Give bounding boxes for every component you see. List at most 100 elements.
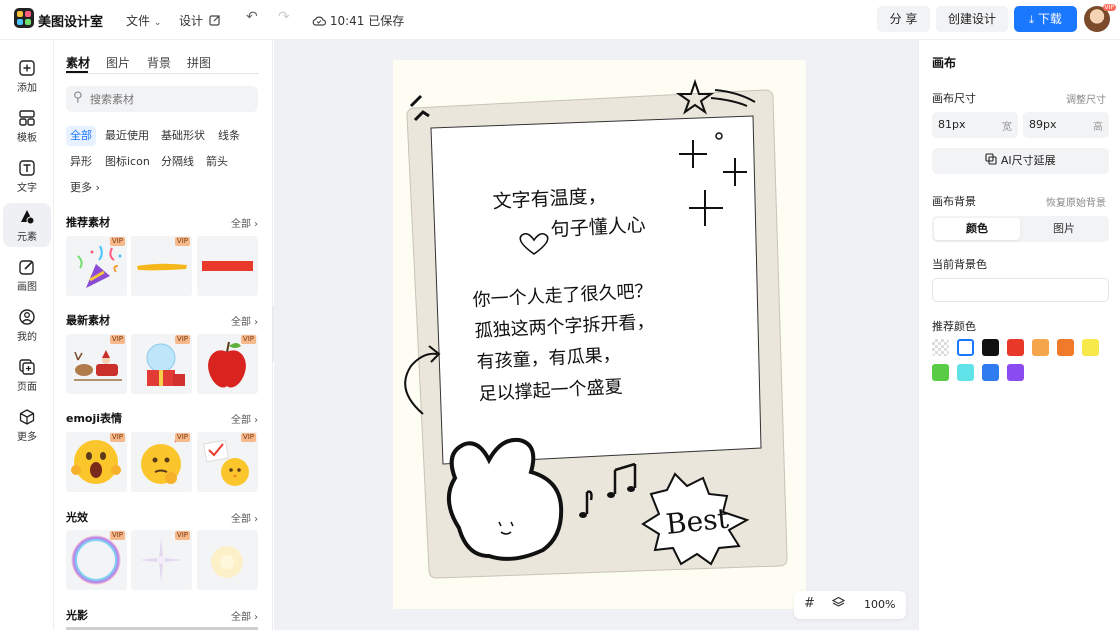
redo-icon[interactable]: ↷ bbox=[278, 9, 290, 25]
tab-materials[interactable]: 素材 bbox=[66, 54, 90, 71]
thumb-red-bar[interactable] bbox=[197, 236, 258, 296]
tab-underline bbox=[66, 71, 88, 73]
rail-item-pages[interactable]: 页面 bbox=[3, 353, 51, 397]
rail-item-more[interactable]: 更多 bbox=[3, 403, 51, 447]
thumb-sparkle[interactable]: VIP bbox=[131, 530, 192, 590]
rail-item-mine[interactable]: 我的 bbox=[3, 303, 51, 347]
download-button[interactable]: ⤓ 下载 bbox=[1014, 6, 1077, 32]
polaroid-artwork[interactable]: 文字有温度， 句子懂人心 你一个人走了很久吧？ 孤独这两个字拆开看， 有孩童，有… bbox=[393, 60, 806, 609]
thumb-shocked-emoji[interactable]: VIP bbox=[66, 432, 127, 492]
undo-icon[interactable]: ↶ bbox=[246, 9, 258, 25]
section-all-light-shadow[interactable]: 全部 › bbox=[231, 608, 258, 623]
share-button[interactable]: 分 享 bbox=[877, 6, 930, 32]
zoom-level[interactable]: 100% bbox=[864, 598, 895, 611]
create-design-button[interactable]: 创建设计 bbox=[936, 6, 1008, 32]
tab-images[interactable]: 图片 bbox=[106, 54, 130, 71]
width-value: 81px bbox=[938, 118, 966, 131]
grid-icon[interactable]: # bbox=[804, 596, 815, 611]
app-logo[interactable] bbox=[14, 8, 34, 28]
swatch-black[interactable] bbox=[982, 339, 999, 356]
thumb-party-popper[interactable]: VIP bbox=[66, 236, 127, 296]
file-menu[interactable]: 文件 ⌄ bbox=[126, 12, 161, 29]
rail-item-add[interactable]: 添加 bbox=[3, 54, 51, 98]
tab-backgrounds[interactable]: 背景 bbox=[147, 54, 171, 71]
vip-tag: VIP bbox=[109, 433, 125, 442]
swatch-red[interactable] bbox=[1007, 339, 1024, 356]
rail-label-elements: 元素 bbox=[17, 232, 37, 243]
shapes-icon bbox=[18, 208, 36, 226]
swatch-blue[interactable] bbox=[982, 364, 999, 381]
thumb-glow[interactable] bbox=[197, 530, 258, 590]
chip-arrows[interactable]: 箭头 bbox=[202, 152, 232, 172]
swatch-purple[interactable] bbox=[1007, 364, 1024, 381]
height-value: 89px bbox=[1029, 118, 1057, 131]
swatch-white[interactable] bbox=[957, 339, 974, 356]
chip-irregular[interactable]: 异形 bbox=[66, 152, 96, 172]
music-note-1-head bbox=[579, 512, 587, 518]
thumb-thinking-emoji[interactable]: VIP bbox=[131, 432, 192, 492]
zoom-toolbar: # 100% bbox=[794, 591, 906, 619]
thumb-snow-globe-gift[interactable]: VIP bbox=[131, 334, 192, 394]
search-box[interactable]: ⚲ bbox=[66, 86, 258, 112]
user-avatar[interactable]: VIP bbox=[1084, 4, 1116, 32]
vip-tag: VIP bbox=[174, 335, 190, 344]
thumb-yellow-stroke[interactable]: VIP bbox=[131, 236, 192, 296]
tab-collage[interactable]: 拼图 bbox=[187, 54, 211, 71]
vip-tag: VIP bbox=[240, 433, 256, 442]
rail-item-template[interactable]: 模板 bbox=[3, 104, 51, 148]
swatch-orange[interactable] bbox=[1057, 339, 1074, 356]
current-bg-color[interactable] bbox=[932, 278, 1109, 302]
chip-recent[interactable]: 最近使用 bbox=[101, 126, 153, 146]
rail-label-mine: 我的 bbox=[17, 332, 37, 343]
material-panel: 素材 图片 背景 拼图 ⚲ 全部 最近使用 基础形状 线条 异形 图标icon … bbox=[55, 40, 273, 630]
music-note-2-head-b bbox=[627, 486, 635, 492]
thumb-bubble[interactable]: VIP bbox=[66, 530, 127, 590]
width-unit: 宽 bbox=[1002, 122, 1012, 133]
chip-lines[interactable]: 线条 bbox=[214, 126, 244, 146]
rail-item-text[interactable]: 文字 bbox=[3, 154, 51, 198]
all-label: 全部 bbox=[231, 514, 251, 525]
swatch-transparent[interactable] bbox=[932, 339, 949, 356]
search-icon: ⚲ bbox=[73, 90, 83, 105]
section-all-emoji[interactable]: 全部 › bbox=[231, 411, 258, 426]
ai-extend-label: AI尺寸延展 bbox=[1000, 154, 1056, 167]
chip-dividers[interactable]: 分隔线 bbox=[157, 152, 198, 172]
section-all-recommended[interactable]: 全部 › bbox=[231, 215, 258, 230]
section-title-light-shadow: 光影 bbox=[66, 609, 88, 622]
chip-icons[interactable]: 图标icon bbox=[101, 152, 154, 172]
design-page[interactable]: 文字有温度， 句子懂人心 你一个人走了很久吧？ 孤独这两个字拆开看， 有孩童，有… bbox=[393, 60, 806, 609]
search-input[interactable] bbox=[90, 90, 250, 108]
ai-extend-button[interactable]: AI尺寸延展 bbox=[932, 148, 1109, 174]
section-title-newest: 最新素材 bbox=[66, 314, 110, 327]
swatch-yellow[interactable] bbox=[1082, 339, 1099, 356]
best-badge-text[interactable]: Best bbox=[664, 502, 731, 541]
chip-more[interactable]: 更多 › bbox=[66, 178, 104, 198]
seg-color[interactable]: 颜色 bbox=[934, 218, 1020, 240]
width-field[interactable]: 81px 宽 bbox=[932, 112, 1018, 138]
rail-item-elements[interactable]: 元素 bbox=[3, 203, 51, 247]
chip-basic-shapes[interactable]: 基础形状 bbox=[157, 126, 209, 146]
design-menu[interactable]: 设计 bbox=[179, 12, 221, 29]
swatch-green[interactable] bbox=[932, 364, 949, 381]
swatch-light-orange[interactable] bbox=[1032, 339, 1049, 356]
seg-image[interactable]: 图片 bbox=[1021, 218, 1107, 240]
vip-tag: VIP bbox=[174, 531, 190, 540]
section-all-newest[interactable]: 全部 › bbox=[231, 313, 258, 328]
rail-item-draw[interactable]: 画图 bbox=[3, 253, 51, 297]
save-status: 10:41 已保存 bbox=[312, 12, 404, 29]
section-all-light-effects[interactable]: 全部 › bbox=[231, 510, 258, 525]
swatch-cyan[interactable] bbox=[957, 364, 974, 381]
adjust-size-link[interactable]: 调整尺寸 bbox=[1066, 91, 1106, 106]
ai-resize-icon bbox=[985, 153, 997, 165]
rail-label-draw: 画图 bbox=[17, 282, 37, 293]
chip-all[interactable]: 全部 bbox=[66, 126, 96, 146]
cube-icon bbox=[18, 408, 36, 426]
glow-image bbox=[211, 546, 243, 578]
thumb-chick-emoji[interactable]: VIP bbox=[197, 432, 258, 492]
file-menu-label: 文件 bbox=[126, 14, 151, 28]
thumb-reindeer-sleigh[interactable]: VIP bbox=[66, 334, 127, 394]
layers-icon[interactable] bbox=[831, 596, 846, 613]
reset-bg-link[interactable]: 恢复原始背景 bbox=[1046, 194, 1106, 209]
thumb-red-apple[interactable]: VIP bbox=[197, 334, 258, 394]
height-field[interactable]: 89px 高 bbox=[1023, 112, 1109, 138]
